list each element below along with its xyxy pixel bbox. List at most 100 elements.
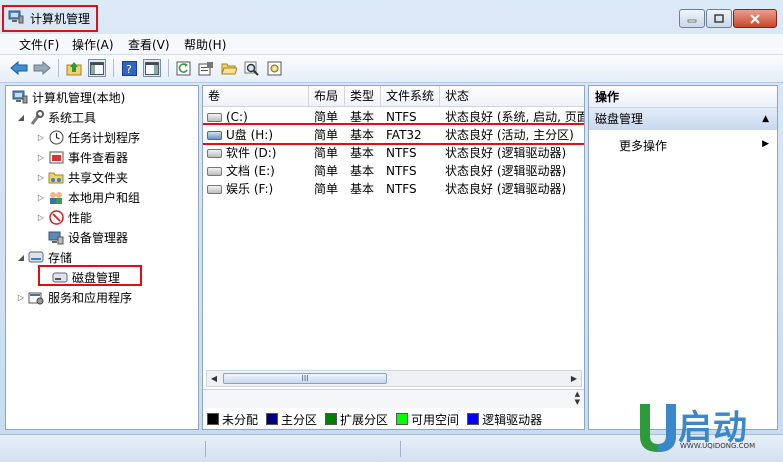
scroll-left-arrow-icon[interactable]: ◀ — [207, 371, 221, 386]
collapse-arrow-icon[interactable]: ◢ — [16, 253, 26, 262]
cell-volume: 娱乐 (F:) — [226, 182, 274, 196]
cell-layout: 简单 — [314, 164, 339, 178]
cell-type: 基本 — [350, 146, 375, 160]
tree-item-performance[interactable]: ▷ 性能 — [36, 207, 92, 227]
splitter-arrows-icon[interactable]: ▲ ▼ — [575, 390, 580, 406]
column-header-status[interactable]: 状态 — [440, 86, 584, 106]
legend-swatch — [396, 413, 409, 425]
tree-item-task-scheduler[interactable]: ▷ 任务计划程序 — [36, 127, 140, 147]
open-folder-button[interactable] — [220, 59, 238, 77]
column-header-layout[interactable]: 布局 — [309, 86, 345, 106]
close-button[interactable] — [733, 9, 777, 28]
legend-label: 未分配 — [222, 412, 259, 427]
table-row[interactable]: 软件 (D:) 简单 基本 NTFS 状态良好 (逻辑驱动器) — [203, 144, 584, 162]
disk-settings-icon — [267, 61, 282, 75]
collapse-up-icon[interactable]: ▲ — [762, 108, 769, 130]
tree-item-root[interactable]: 计算机管理(本地) — [10, 87, 125, 107]
show-hide-action-pane-button[interactable] — [143, 59, 161, 77]
tree-item-storage[interactable]: ◢ 存储 — [16, 247, 72, 267]
cell-status: 状态良好 (逻辑驱动器) — [445, 164, 567, 178]
expand-arrow-icon[interactable]: ▷ — [36, 173, 46, 182]
actions-section-disk-management[interactable]: 磁盘管理 ▲ — [589, 108, 777, 130]
console-tree-icon — [90, 61, 104, 75]
submenu-arrow-icon[interactable]: ▶ — [762, 139, 769, 149]
legend-swatch — [325, 413, 338, 425]
collapse-arrow-icon[interactable]: ◢ — [16, 113, 26, 122]
title-highlight-box — [2, 5, 98, 32]
tree-label: 任务计划程序 — [68, 130, 141, 145]
tree-item-local-users[interactable]: ▷ 本地用户和组 — [36, 187, 140, 207]
tree-item-services-apps[interactable]: ▷ 服务和应用程序 — [16, 287, 132, 307]
tree-label: 计算机管理(本地) — [32, 90, 126, 105]
forward-button[interactable] — [33, 59, 51, 77]
menu-help[interactable]: 帮助(H) — [184, 36, 226, 53]
tree-item-shared-folders[interactable]: ▷ 共享文件夹 — [36, 167, 128, 187]
back-arrow-icon — [10, 61, 28, 75]
expand-arrow-icon[interactable]: ▷ — [16, 293, 26, 302]
cell-status: 状态良好 (逻辑驱动器) — [445, 182, 567, 196]
tree-item-device-manager[interactable]: 设备管理器 — [46, 227, 128, 247]
column-header-volume[interactable]: 卷 — [203, 86, 309, 106]
horizontal-scrollbar[interactable]: ◀ III ▶ — [206, 370, 582, 387]
actions-section-label: 磁盘管理 — [595, 112, 644, 126]
cell-layout: 简单 — [314, 182, 339, 196]
show-hide-tree-button[interactable] — [88, 59, 106, 77]
table-row[interactable]: 文档 (E:) 简单 基本 NTFS 状态良好 (逻辑驱动器) — [203, 162, 584, 180]
legend-label: 扩展分区 — [340, 412, 389, 427]
tree-item-system-tools[interactable]: ◢ 系统工具 — [16, 107, 96, 127]
tree-label: 服务和应用程序 — [48, 290, 133, 305]
shared-folder-icon — [48, 169, 64, 185]
properties-button[interactable] — [197, 59, 215, 77]
legend-item: 扩展分区 — [325, 411, 388, 428]
actions-header: 操作 — [589, 86, 777, 108]
drive-icon — [207, 113, 222, 122]
column-header-type[interactable]: 类型 — [345, 86, 381, 106]
legend-swatch — [266, 413, 279, 425]
toolbar-separator — [168, 59, 169, 77]
tree-item-event-viewer[interactable]: ▷ 事件查看器 — [36, 147, 128, 167]
refresh-button[interactable] — [174, 59, 192, 77]
expand-arrow-icon[interactable]: ▷ — [36, 213, 46, 222]
legend-swatch — [467, 413, 480, 425]
menu-view[interactable]: 查看(V) — [128, 36, 170, 53]
properties-icon — [198, 61, 213, 75]
pane-splitter[interactable]: ▲ ▼ — [203, 389, 584, 408]
usb-row-highlight-box — [203, 123, 584, 145]
back-button[interactable] — [10, 59, 28, 77]
legend-swatch — [207, 413, 219, 425]
help-button[interactable]: ? — [120, 59, 138, 77]
menu-action[interactable]: 操作(A) — [72, 36, 114, 53]
expand-arrow-icon[interactable]: ▷ — [36, 193, 46, 202]
expand-arrow-icon[interactable]: ▷ — [36, 153, 46, 162]
menu-file[interactable]: 文件(F) — [19, 36, 59, 53]
scrollbar-thumb[interactable]: III — [223, 373, 387, 384]
legend-label: 逻辑驱动器 — [482, 412, 543, 427]
column-header-filesystem[interactable]: 文件系统 — [381, 86, 440, 106]
toolbar-separator — [58, 59, 59, 77]
drive-icon — [207, 185, 222, 194]
find-button[interactable] — [243, 59, 261, 77]
title-bar[interactable]: 计算机管理 — [0, 0, 783, 34]
scrollbar-grip: III — [301, 374, 309, 383]
status-separator — [400, 441, 401, 457]
tree-label: 设备管理器 — [68, 230, 129, 245]
up-level-button[interactable] — [65, 59, 83, 77]
clock-icon — [48, 129, 64, 145]
storage-icon — [28, 249, 44, 265]
u-logo-icon — [640, 404, 676, 452]
more-actions-item[interactable]: 更多操作 — [619, 137, 667, 154]
more-actions-label: 更多操作 — [619, 139, 668, 153]
table-row[interactable]: 娱乐 (F:) 简单 基本 NTFS 状态良好 (逻辑驱动器) — [203, 180, 584, 198]
legend-label: 主分区 — [281, 412, 318, 427]
svg-text:?: ? — [126, 63, 132, 76]
legend-item: 主分区 — [266, 411, 317, 428]
disk-management-highlight-box — [38, 265, 142, 286]
cell-volume: (C:) — [226, 110, 248, 124]
minimize-button[interactable] — [679, 9, 705, 28]
tree-label: 系统工具 — [48, 110, 97, 125]
scroll-right-arrow-icon[interactable]: ▶ — [567, 371, 581, 386]
maximize-button[interactable] — [706, 9, 732, 28]
expand-arrow-icon[interactable]: ▷ — [36, 133, 46, 142]
settings-button[interactable] — [266, 59, 284, 77]
toolbar: ? — [0, 55, 783, 83]
